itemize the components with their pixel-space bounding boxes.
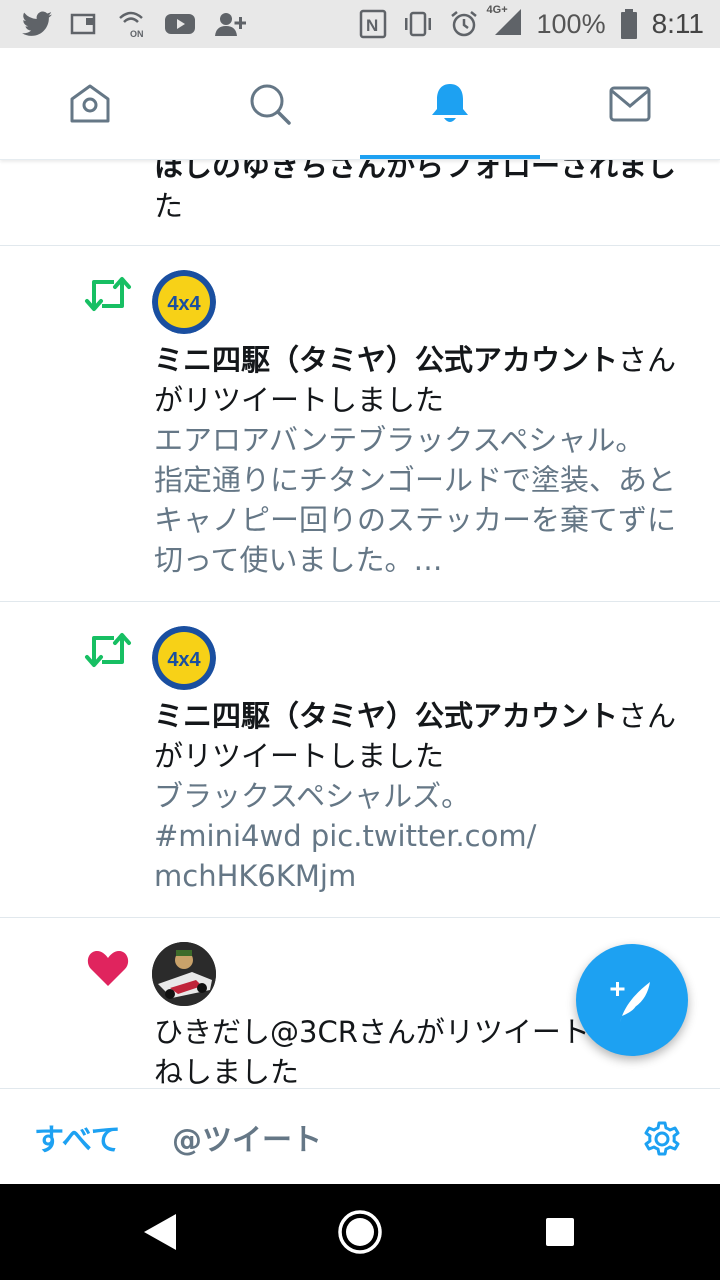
follow-line-1: ほしのゆきちさんからフォローされまし — [154, 160, 677, 183]
notification-text: ミニ四駆（タミヤ）公式アカウントさん がリツイートしました — [154, 340, 704, 420]
search-icon — [250, 84, 291, 125]
twitter-icon — [22, 11, 52, 36]
action-suffix: さん — [618, 343, 677, 377]
back-icon — [144, 1214, 176, 1250]
notification-follow[interactable]: ほしのゆきちさんからフォローされまし た — [0, 160, 720, 246]
tab-search[interactable] — [180, 48, 360, 159]
notification-retweet[interactable]: 4x4 ミニ四駆（タミヤ）公式アカウントさん がリツイートしました エアロアバン… — [0, 246, 720, 602]
tweet-text[interactable]: エアロアバンテブラックスペシャル。 指定通りにチタンゴールドで塗装、あと キャノ… — [154, 420, 704, 580]
network-type-label: 4G+ — [486, 4, 508, 16]
tweet-line: mchHK6KMjm — [154, 859, 357, 893]
tab-notifications[interactable] — [360, 48, 540, 159]
compose-tweet-icon — [610, 982, 650, 1022]
action-line: がリツイートしました — [154, 739, 445, 773]
retweet-icon — [85, 633, 131, 667]
alarm-icon — [450, 11, 477, 37]
home-button[interactable] — [300, 1184, 420, 1280]
tab-home[interactable] — [0, 48, 180, 159]
retweet-icon — [85, 277, 131, 311]
retweeter-name[interactable]: ミニ四駆（タミヤ）公式アカウント — [154, 343, 618, 377]
avatar[interactable]: 4x4 — [152, 270, 216, 334]
messages-icon — [609, 86, 651, 121]
follow-line-2: た — [154, 189, 184, 223]
gear-icon[interactable] — [640, 1117, 684, 1161]
back-button[interactable] — [100, 1184, 220, 1280]
youtube-icon — [165, 14, 195, 34]
notification-text: ミニ四駆（タミヤ）公式アカウントさん がリツイートしました — [154, 696, 704, 776]
network-indicator: 4G+ — [487, 4, 523, 40]
android-navigation-bar — [0, 1184, 720, 1280]
vibrate-icon — [404, 11, 431, 37]
like-line-1: ひきだし@3CRさんがリツイート — [154, 1015, 590, 1049]
retweeter-name[interactable]: ミニ四駆（タミヤ）公式アカウント — [154, 699, 618, 733]
compose-tweet-button[interactable] — [576, 944, 688, 1056]
svg-text:ON: ON — [130, 29, 144, 38]
notifications-icon — [432, 83, 468, 122]
race-car-photo-avatar — [152, 942, 216, 1006]
tweet-line: #mini4wd pic.twitter.com/ — [154, 819, 537, 853]
photo-icon — [70, 13, 96, 35]
tweet-line: ブラックスペシャルズ。 — [154, 779, 471, 813]
recents-icon — [546, 1218, 574, 1246]
tweet-line: 指定通りにチタンゴールドで塗装、あと — [154, 463, 677, 497]
home-icon — [70, 84, 110, 122]
mini4wd-logo-avatar: 4x4 — [152, 626, 216, 690]
filter-all[interactable]: すべて — [34, 1089, 121, 1185]
nfc-icon: N — [359, 9, 386, 39]
tweet-line: 切って使いました。… — [154, 543, 443, 577]
tab-messages[interactable] — [540, 48, 720, 159]
top-navigation — [0, 48, 720, 160]
screen: ON N 4G+ 100% 8:11 ほしのゆきちさんからフォローされまし た … — [0, 0, 720, 1280]
like-line-2: ねしました — [154, 1055, 300, 1088]
notification-filter-bar: すべて @ツイート — [0, 1088, 720, 1184]
tweet-line: キャノピー回りのステッカーを棄てずに — [154, 503, 677, 537]
clock: 8:11 — [651, 8, 704, 39]
heart-icon — [87, 951, 129, 986]
notification-retweet[interactable]: 4x4 ミニ四駆（タミヤ）公式アカウントさん がリツイートしました ブラックスペ… — [0, 602, 720, 918]
action-line: がリツイートしました — [154, 383, 445, 417]
notification-text: ほしのゆきちさんからフォローされまし た — [154, 160, 704, 226]
battery-icon — [620, 9, 637, 39]
svg-text:N: N — [366, 16, 378, 35]
avatar-badge-text: 4x4 — [167, 649, 201, 671]
home-circle-icon — [338, 1210, 382, 1254]
action-suffix: さん — [618, 699, 677, 733]
recents-button[interactable] — [500, 1184, 620, 1280]
add-person-icon — [215, 13, 246, 36]
battery-percentage: 100% — [536, 8, 606, 39]
status-bar: ON N 4G+ 100% 8:11 — [0, 0, 720, 48]
mini4wd-logo-avatar: 4x4 — [152, 270, 216, 334]
avatar-badge-text: 4x4 — [167, 293, 201, 315]
tweet-line: エアロアバンテブラックスペシャル。 — [154, 423, 645, 457]
avatar[interactable] — [152, 942, 216, 1006]
wifi-calling-icon: ON — [119, 11, 144, 38]
filter-mentions[interactable]: @ツイート — [172, 1089, 322, 1185]
avatar[interactable]: 4x4 — [152, 626, 216, 690]
tweet-text[interactable]: ブラックスペシャルズ。 #mini4wd pic.twitter.com/ mc… — [154, 776, 704, 896]
